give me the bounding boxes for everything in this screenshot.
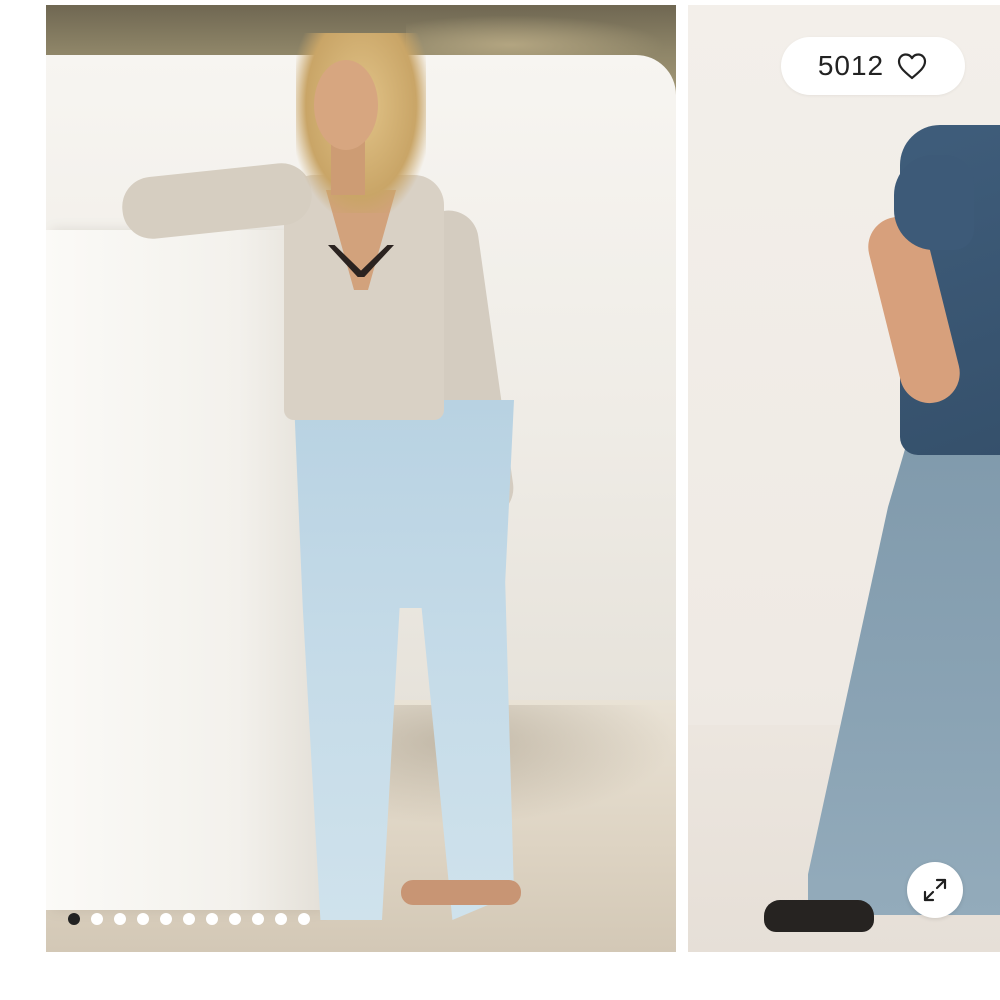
pagination-dot[interactable] xyxy=(114,913,126,925)
expand-arrows-icon xyxy=(923,878,947,902)
pagination-dot[interactable] xyxy=(137,913,149,925)
pagination-dots[interactable] xyxy=(68,913,310,925)
pagination-dot[interactable] xyxy=(252,913,264,925)
model-face xyxy=(314,60,378,150)
model-feet xyxy=(401,880,521,905)
black-sandal xyxy=(764,900,874,932)
medium-wash-jeans xyxy=(808,405,1000,915)
puff-sleeve xyxy=(894,155,974,250)
product-photo-lifestyle[interactable] xyxy=(46,5,676,952)
pagination-dot[interactable] xyxy=(275,913,287,925)
product-photo-studio[interactable] xyxy=(688,5,1000,952)
expand-button[interactable] xyxy=(907,862,963,918)
front-wall xyxy=(46,230,321,910)
like-button[interactable]: 5012 xyxy=(781,37,965,95)
like-count: 5012 xyxy=(817,50,885,81)
product-image-gallery[interactable]: 5012 xyxy=(0,0,1000,1000)
pagination-dot[interactable] xyxy=(229,913,241,925)
pagination-dot[interactable] xyxy=(206,913,218,925)
pagination-dot[interactable] xyxy=(160,913,172,925)
pagination-dot[interactable] xyxy=(183,913,195,925)
pagination-dot-active[interactable] xyxy=(68,913,80,925)
heart-icon xyxy=(898,53,927,80)
pagination-dot[interactable] xyxy=(298,913,310,925)
pagination-dot[interactable] xyxy=(91,913,103,925)
